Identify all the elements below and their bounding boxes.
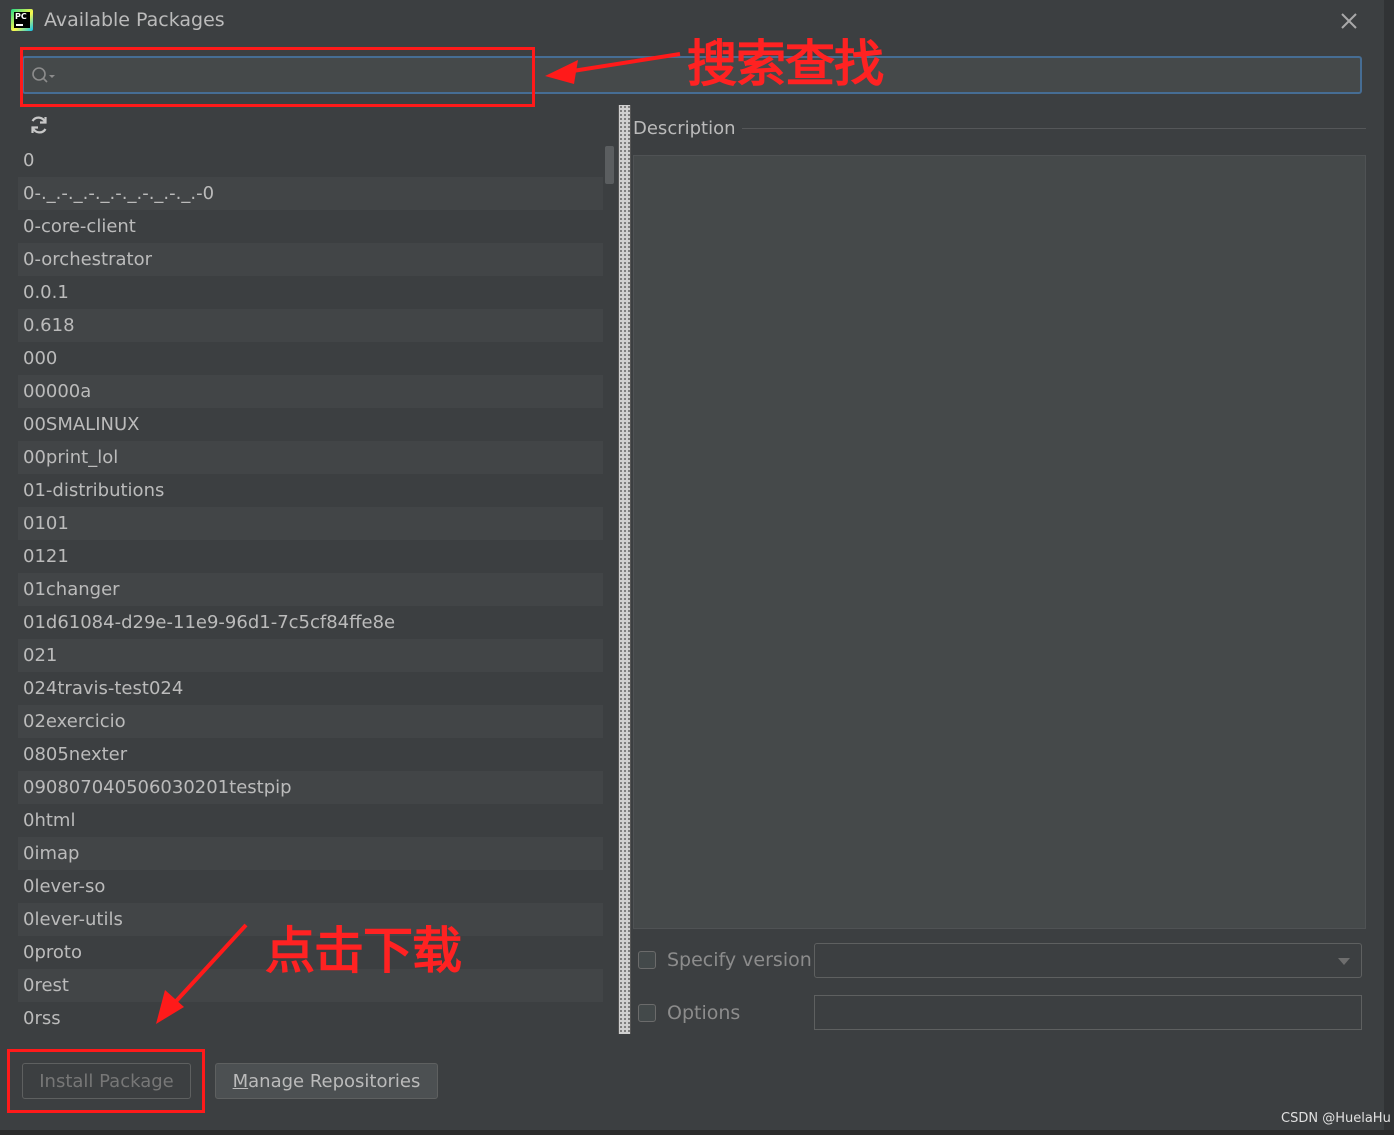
package-list-item[interactable]: 0-orchestrator [18, 243, 603, 276]
list-scrollbar-thumb[interactable] [605, 146, 614, 184]
background-window-edge [1384, 0, 1394, 1135]
window-title: Available Packages [44, 9, 225, 31]
search-annotation-text: 搜索查找 [687, 35, 884, 93]
package-list-item[interactable]: 021 [18, 639, 603, 672]
manage-mnemonic: M [232, 1071, 249, 1092]
options-input[interactable] [814, 995, 1362, 1030]
specify-version-checkbox[interactable] [638, 951, 656, 969]
package-list-item[interactable]: 00SMALINUX [18, 408, 603, 441]
package-list-panel: 0 0-._.-._.-._.-._.-._.-._.-0 0-core-clien… [18, 107, 616, 1034]
package-list-item[interactable]: 0 [18, 144, 603, 177]
chevron-down-icon [1338, 958, 1350, 965]
options-label: Options [667, 1002, 741, 1024]
manage-repositories-button[interactable]: Manage Repositories [215, 1063, 438, 1099]
options-checkbox[interactable] [638, 1004, 656, 1022]
package-list-item[interactable]: 000 [18, 342, 603, 375]
description-label: Description [633, 118, 742, 139]
close-button[interactable] [1336, 8, 1362, 34]
download-annotation-text: 点击下载 [265, 922, 462, 980]
package-list-item[interactable]: 0805nexter [18, 738, 603, 771]
install-highlight-box [7, 1049, 205, 1113]
close-icon [1341, 13, 1357, 29]
background-bottom-edge [0, 1130, 1394, 1135]
package-list-item[interactable]: 0.618 [18, 309, 603, 342]
pycharm-logo-icon: PC [11, 9, 33, 31]
package-list-item[interactable]: 024travis-test024 [18, 672, 603, 705]
package-list-item[interactable]: 0-._.-._.-._.-._.-._.-._.-0 [18, 177, 603, 210]
package-list-item[interactable]: 0101 [18, 507, 603, 540]
package-list: 0 0-._.-._.-._.-._.-._.-._.-0 0-core-clien… [18, 144, 603, 1034]
package-list-item[interactable]: 0-core-client [18, 210, 603, 243]
package-list-item[interactable]: 01changer [18, 573, 603, 606]
package-list-item[interactable]: 0lever-so [18, 870, 603, 903]
package-list-item[interactable]: 0121 [18, 540, 603, 573]
package-list-item[interactable]: 0rss [18, 1002, 603, 1034]
package-list-item[interactable]: 090807040506030201testpip [18, 771, 603, 804]
specify-version-label: Specify version [667, 949, 812, 971]
version-dropdown[interactable] [814, 943, 1362, 978]
panel-splitter[interactable] [618, 105, 631, 1034]
package-list-item[interactable]: 00print_lol [18, 441, 603, 474]
package-list-item[interactable]: 0.0.1 [18, 276, 603, 309]
description-area [633, 155, 1366, 929]
available-packages-dialog: PC Available Packages 0 0-._.-._.-._.-._.… [0, 0, 1385, 1130]
package-list-item[interactable]: 01d61084-d29e-11e9-96d1-7c5cf84ffe8e [18, 606, 603, 639]
package-list-item[interactable]: 0html [18, 804, 603, 837]
list-toolbar [18, 107, 616, 145]
watermark: CSDN @HuelaHu [1281, 1111, 1391, 1126]
manage-label: anage Repositories [248, 1071, 421, 1092]
package-list-item[interactable]: 00000a [18, 375, 603, 408]
search-highlight-box [20, 47, 535, 107]
logo-text: PC [15, 12, 27, 21]
package-list-item[interactable]: 02exercicio [18, 705, 603, 738]
description-divider [740, 128, 1366, 129]
package-list-item[interactable]: 01-distributions [18, 474, 603, 507]
refresh-icon[interactable] [28, 114, 50, 136]
package-list-item[interactable]: 0imap [18, 837, 603, 870]
list-scrollbar[interactable] [603, 144, 616, 1034]
